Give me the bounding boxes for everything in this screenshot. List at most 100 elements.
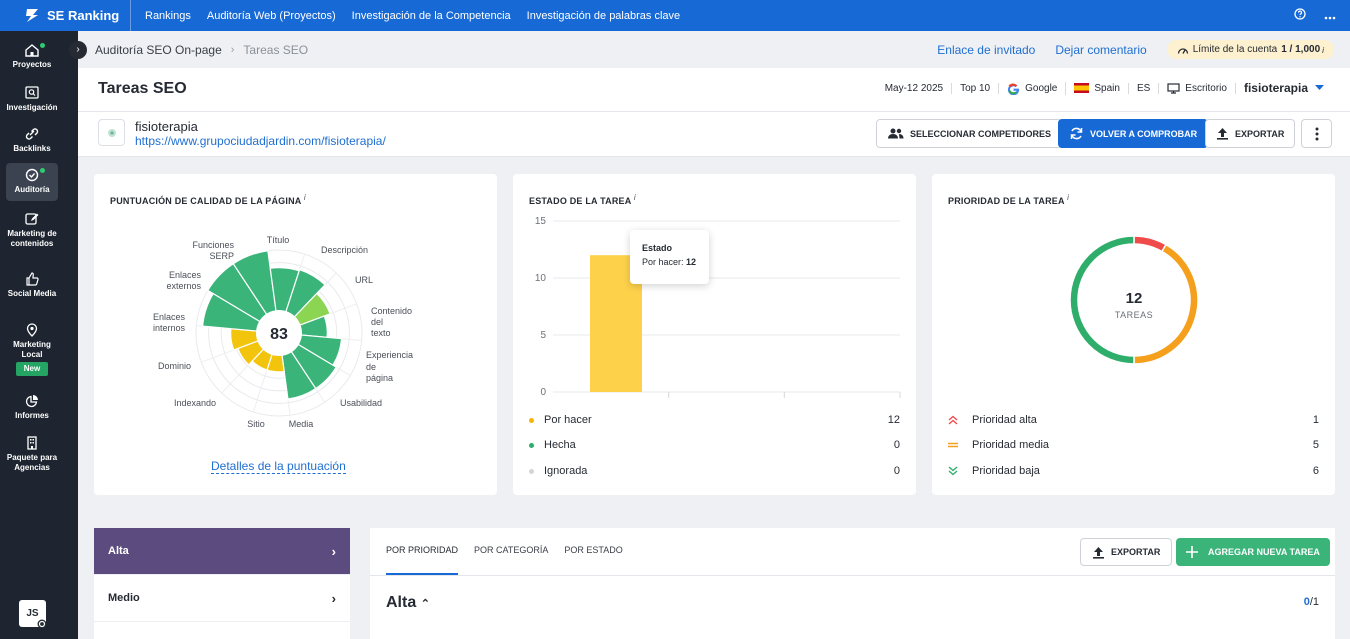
topnav-competencia[interactable]: Investigación de la Competencia — [352, 10, 511, 22]
search-engine[interactable]: Google — [999, 81, 1067, 95]
tab-por-categoria[interactable]: POR CATEGORÍA — [474, 528, 548, 575]
legend-dot — [529, 417, 534, 423]
more-options-button[interactable] — [1301, 119, 1332, 148]
google-icon — [1008, 83, 1020, 95]
breadcrumb-parent[interactable]: Auditoría SEO On-page — [95, 43, 222, 57]
help-icon[interactable] — [1294, 8, 1306, 23]
radial-label: Indexando — [174, 398, 216, 408]
task-tabs: POR PRIORIDAD POR CATEGORÍA POR ESTADO — [386, 528, 639, 575]
chevron-right-icon: › — [331, 590, 336, 606]
top-bar: SE Ranking Rankings Auditoría Web (Proye… — [0, 0, 1350, 31]
legend-label: Por hacer — [544, 414, 592, 426]
page-header: Tareas SEO May-12 2025 Top 10 Google Spa… — [78, 68, 1350, 157]
people-icon — [888, 128, 904, 139]
button-label: EXPORTAR — [1111, 547, 1161, 557]
sidebar-item-proyectos[interactable]: Proyectos — [6, 43, 58, 70]
priority-item-medio[interactable]: Medio › — [94, 575, 350, 622]
thumbs-up-icon — [26, 272, 39, 286]
sidebar-item-marketing-local[interactable]: Marketing Local New — [6, 323, 58, 376]
gauge-icon — [1177, 47, 1188, 54]
priority-item-label: Medio — [108, 592, 140, 604]
settings-gear-icon[interactable] — [37, 619, 47, 629]
site-name: fisioterapia — [135, 119, 198, 134]
brand-logo[interactable]: SE Ranking — [0, 8, 130, 23]
limit-info-icon[interactable]: i — [1322, 45, 1324, 55]
donut-slice-alta[interactable] — [1133, 235, 1168, 253]
double-chevron-up-icon — [948, 415, 958, 425]
site-url-link[interactable]: https://www.grupociudadjardin.com/fisiot… — [135, 134, 386, 148]
priority-item-label: Alta — [108, 545, 129, 557]
country-name: Spain — [1094, 82, 1120, 94]
se-ranking-logo-icon — [26, 9, 38, 22]
sidebar-item-social-media[interactable]: Social Media — [6, 272, 58, 299]
caret-down-icon — [1315, 85, 1324, 90]
sidebar-item-informes[interactable]: Informes — [6, 394, 58, 421]
radial-label: Usabilidad — [340, 398, 382, 408]
feedback-link[interactable]: Dejar comentario — [1055, 43, 1146, 57]
tooltip-value: 12 — [686, 257, 697, 267]
sidebar-item-investigacion[interactable]: Investigación — [6, 86, 58, 113]
sidebar-item-marketing-contenidos[interactable]: Marketing de contenidos — [6, 212, 58, 248]
upload-icon — [1217, 128, 1228, 140]
quality-score: 83 — [270, 326, 288, 343]
radial-label: Enlaces — [169, 270, 202, 280]
legend-row: Por hacer 12 — [529, 414, 900, 426]
legend-value: 1 — [1312, 414, 1319, 426]
section-title[interactable]: Alta ⌃ — [386, 594, 430, 612]
invite-link[interactable]: Enlace de invitado — [937, 43, 1035, 57]
recheck-button[interactable]: VOLVER A COMPROBAR — [1058, 119, 1209, 148]
country-selector[interactable]: Spain — [1066, 82, 1129, 94]
donut-total-label: TAREAS — [1114, 310, 1154, 320]
topnav-palabras-clave[interactable]: Investigación de palabras clave — [527, 10, 680, 22]
sidebar-item-label: Paquete para Agencias — [6, 453, 58, 472]
legend-label: Prioridad alta — [972, 414, 1037, 426]
project-selector[interactable]: fisioterapia — [1236, 81, 1332, 95]
add-task-button[interactable]: AGREGAR NUEVA TAREA — [1176, 538, 1330, 566]
y-tick-label: 0 — [540, 387, 546, 398]
home-icon — [25, 44, 39, 57]
tab-por-prioridad[interactable]: POR PRIORIDAD — [386, 528, 459, 575]
legend-value: 12 — [887, 414, 900, 426]
sidebar-item-label: Informes — [15, 411, 49, 420]
audit-date[interactable]: May-12 2025 — [877, 82, 953, 94]
refresh-icon — [1070, 127, 1083, 140]
tooltip-label: Por hacer: — [642, 257, 684, 267]
account-limit-badge[interactable]: Límite de la cuenta 1 / 1,000 i — [1166, 40, 1334, 59]
select-competitors-button[interactable]: SELECCIONAR COMPETIDORES — [876, 119, 1063, 148]
task-priority-card: PRIORIDAD DE LA TAREA i 12 TAREAS Priori… — [932, 174, 1335, 495]
legend-row: Ignorada 0 — [529, 465, 900, 477]
top-right-actions — [1276, 8, 1350, 23]
radial-label: Sitio — [247, 419, 265, 429]
link-icon — [25, 128, 39, 140]
language[interactable]: ES — [1129, 82, 1160, 94]
y-tick-label: 5 — [540, 330, 546, 341]
notification-dot — [40, 43, 45, 48]
brand-name: SE Ranking — [47, 8, 120, 23]
sidebar-item-label: Backlinks — [13, 144, 51, 153]
sidebar-item-label: Auditoría — [14, 185, 50, 194]
collapse-sidebar-button[interactable]: › — [69, 40, 87, 59]
double-chevron-down-icon — [948, 466, 958, 476]
research-icon — [25, 86, 39, 99]
more-menu-icon[interactable] — [1324, 8, 1336, 23]
topnav-auditoria-web[interactable]: Auditoría Web (Proyectos) — [207, 10, 336, 22]
radial-label: Enlaces — [153, 312, 186, 322]
legend-label: Ignorada — [544, 465, 588, 477]
score-details-link[interactable]: Detalles de la puntuación — [211, 459, 346, 474]
tab-por-estado[interactable]: POR ESTADO — [564, 528, 622, 575]
export-button[interactable]: EXPORTAR — [1205, 119, 1296, 148]
section-title-text: Alta — [386, 594, 417, 611]
limit-value: 1 / 1,000 — [1281, 44, 1321, 55]
sidebar-item-label: Marketing Local — [13, 340, 51, 359]
topnav-rankings[interactable]: Rankings — [145, 10, 191, 22]
device-selector[interactable]: Escritorio — [1159, 82, 1236, 94]
priority-item-alta[interactable]: Alta › — [94, 528, 350, 575]
sidebar-item-auditoria[interactable]: Auditoría — [6, 163, 58, 201]
sidebar-item-agencias[interactable]: Paquete para Agencias — [6, 436, 58, 472]
sidebar-item-backlinks[interactable]: Backlinks — [6, 127, 58, 154]
legend-dot — [529, 468, 534, 474]
export-tasks-button[interactable]: EXPORTAR — [1080, 538, 1173, 566]
top-filter[interactable]: Top 10 — [952, 82, 1000, 94]
legend-value: 5 — [1312, 439, 1319, 451]
limit-label: Límite de la cuenta — [1192, 44, 1278, 55]
